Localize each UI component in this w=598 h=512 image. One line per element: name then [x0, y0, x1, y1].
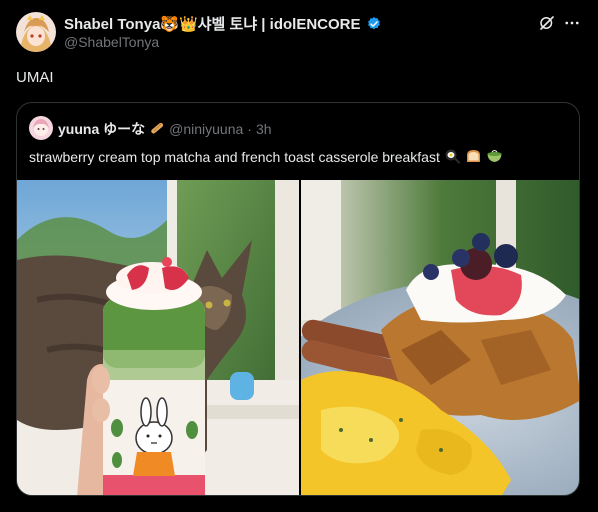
baguette-emoji: [149, 120, 165, 139]
verified-badge-icon: [366, 16, 382, 32]
quote-time[interactable]: 3h: [256, 121, 272, 137]
quoted-tweet[interactable]: yuuna ゆーな @niniyuuna · 3h strawberry cre…: [16, 102, 580, 496]
more-icon[interactable]: [561, 12, 583, 34]
author-handle[interactable]: @ShabelTonya: [64, 34, 159, 50]
bread-emoji: [465, 147, 482, 167]
fried-egg-emoji: [444, 147, 461, 167]
author-name-row: Shabel Tonya🐯👑샤벨 토냐 | idolENCORE: [64, 13, 382, 34]
author-display-name[interactable]: Shabel Tonya🐯👑샤벨 토냐 | idolENCORE: [64, 13, 361, 34]
quote-author-avatar[interactable]: [29, 116, 53, 140]
quote-handle[interactable]: @niniyuuna: [169, 121, 243, 137]
quote-text: strawberry cream top matcha and french t…: [29, 149, 440, 165]
quote-header: yuuna ゆーな @niniyuuna · 3h: [58, 119, 272, 139]
author-avatar[interactable]: [16, 12, 56, 52]
matcha-drink-photo[interactable]: [17, 180, 299, 495]
grok-icon[interactable]: [536, 12, 558, 34]
quote-separator: ·: [247, 121, 252, 137]
french-toast-photo[interactable]: [301, 180, 579, 495]
tweet-text: UMAI: [16, 69, 54, 86]
quote-text-row: strawberry cream top matcha and french t…: [29, 147, 503, 167]
matcha-emoji: [486, 147, 503, 167]
quote-display-name[interactable]: yuuna ゆーな: [58, 119, 145, 139]
